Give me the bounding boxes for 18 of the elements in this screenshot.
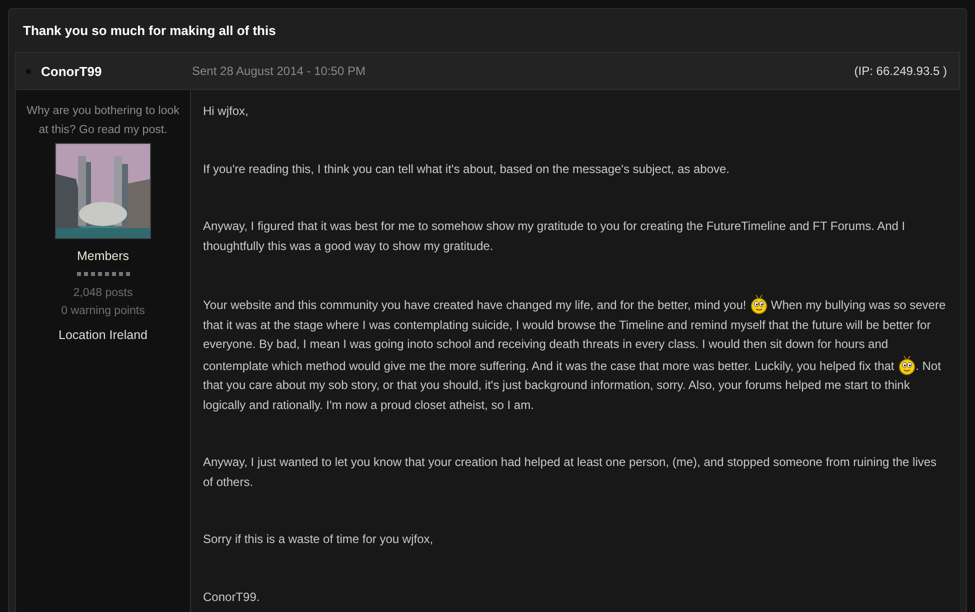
topic-title: Thank you so much for making all of this: [22, 22, 277, 40]
author-name[interactable]: ConorT99: [41, 64, 102, 78]
smiley-icon: [898, 354, 916, 374]
message-paragraph: Hi wjfox,: [203, 103, 250, 120]
message-paragraph: ConorT99.: [203, 588, 261, 606]
message-paragraph: Your website and this community you have created have changed my life, and for the better, mind you! When my bullying was so severe that it was at the stage where I was contemplating suicide, I would browse the Timeline and remind myself that the future will be better for everyone. By bad, I mean I was going inoto school and receiving death threats in every class. I would then sit down for hours and contemplate which method would give me the more suffering. And it was the case that more was better. Luckily, you helped fix that . Not that you care about my sob story, or that you should, it's just background information, sorry. Also, your forums helped me start to think logically and rationally. I'm now a proud closet atheist, so I am.: [203, 294, 948, 415]
message-paragraph: Anyway, I figured that it was best for me to somehow show my gratitude to you for creating the FutureTimeline and FT Forums. And I thoughtfully this was a good way to show my gratitude.: [203, 218, 906, 254]
member-group: Members: [76, 249, 130, 263]
ip-address: (IP: 66.249.93.5 ): [854, 64, 947, 78]
post-count: 2,048 posts: [73, 286, 133, 301]
message-paragraph: Sorry if this is a waste of time for you wjfox,: [203, 531, 434, 548]
smiley-icon: [750, 294, 768, 314]
message-paragraph: If you're reading this, I think you can tell what it's about, based on the message's subject, as above.: [203, 160, 731, 178]
member-location: Location Ireland: [58, 328, 148, 342]
post-date: Sent 28 August 2014 - 10:50 PM: [192, 64, 366, 78]
member-title: Why are you bothering to look at this? Go read my post.: [26, 104, 180, 138]
message-paragraph: Anyway, I just wanted to let you know that your creation had helped at least one person, (me), and stopped someone from ruining the lives of others.: [203, 454, 938, 490]
warning-points: 0 warning points: [61, 304, 145, 319]
